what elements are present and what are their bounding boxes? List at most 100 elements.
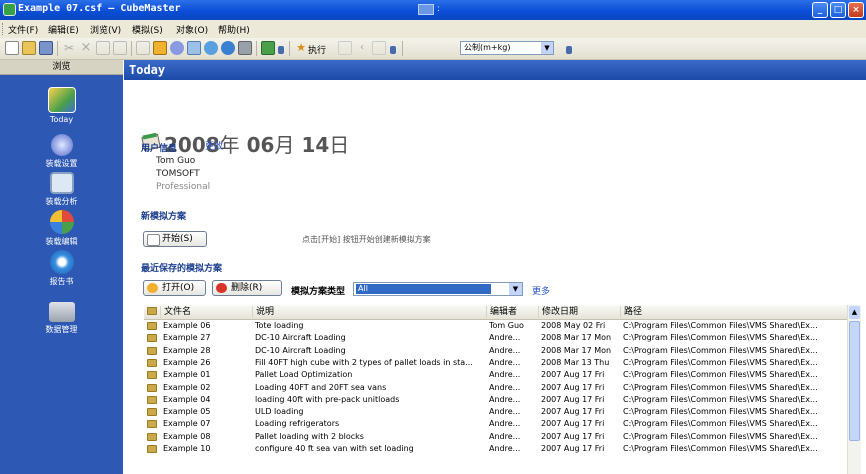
table-row[interactable]: Example 26 Fill 40FT high cube with 2 typ… (144, 357, 854, 369)
table-cell: loading 40ft with pre-pack unitloads (255, 394, 400, 404)
sidebar-item-load-setup[interactable]: 装载设置 (0, 134, 123, 169)
folder-icon (147, 445, 157, 453)
chevron-down-icon[interactable]: ▼ (541, 42, 553, 54)
menu-simulate[interactable]: 模拟(S) (132, 23, 163, 36)
table-cell: DC-10 Aircraft Loading (255, 333, 346, 343)
gear-icon (50, 134, 73, 156)
column-header-filename[interactable]: 文件名 (160, 306, 252, 318)
delete-icon[interactable]: × (79, 41, 93, 55)
edit-icon[interactable] (204, 41, 218, 55)
sidebar-header: 浏览 (0, 60, 123, 75)
more-link[interactable]: 更多 (532, 284, 550, 297)
menu-grip (2, 23, 5, 35)
sidebar-item-data-management[interactable]: 数据管理 (0, 302, 123, 335)
table-cell: C:\Program Files\Common Files\VMS Shared… (623, 333, 818, 343)
sidebar-item-label: Today (49, 115, 74, 124)
table-row[interactable]: Example 06 Tote loading Tom Guo 2008 May 02… (144, 320, 854, 332)
run-icon[interactable]: ★ (294, 41, 308, 55)
delete-button[interactable]: 删除(R) (212, 280, 282, 296)
column-header-modified[interactable]: 修改日期 (538, 306, 620, 318)
folder-icon (147, 334, 157, 343)
unit-combo[interactable]: 公制(m+kg) ▼ (460, 41, 554, 55)
scroll-up-icon[interactable]: ▲ (849, 306, 860, 319)
table-cell: Example 27 (163, 333, 211, 343)
toolbar-overflow-icon-3[interactable] (566, 46, 572, 54)
chevron-down-icon[interactable]: ▼ (509, 283, 522, 295)
close-button[interactable]: × (848, 2, 864, 18)
menu-edit[interactable]: 编辑(E) (48, 23, 79, 36)
table-cell: 2008 Mar 17 Mon (541, 345, 612, 355)
table-row[interactable]: Example 04 loading 40ft with pre-pack uni… (144, 394, 854, 406)
table-cell: Example 06 (163, 321, 211, 330)
table-cell: C:\Program Files\Common Files\VMS Shared… (623, 431, 818, 441)
minimize-button[interactable]: _ (812, 2, 828, 18)
copy-icon[interactable] (96, 41, 110, 55)
table-row[interactable]: Example 10 configure 40 ft sea van with s… (144, 443, 854, 455)
table-cell: Andre... (489, 407, 521, 417)
toolbar: ✂ × ★ 执行 ‹ 公制(m+kg) ▼ (0, 38, 866, 60)
table-row[interactable]: Example 05 ULD loading Andre... 2007 Aug 17… (144, 406, 854, 418)
sidebar-item-today[interactable]: Today (0, 87, 123, 124)
step-icon[interactable] (338, 41, 352, 55)
paste-icon[interactable] (113, 41, 127, 55)
start-button[interactable]: 开始(S) (143, 231, 207, 247)
open-folder-icon (147, 283, 158, 293)
menu-help[interactable]: 帮助(H) (218, 23, 250, 36)
table-cell: C:\Program Files\Common Files\VMS Shared… (623, 370, 818, 380)
delete-icon (216, 283, 227, 293)
recent-plans-title: 最近保存的模拟方案 (141, 264, 223, 274)
toolbar-overflow-icon[interactable] (278, 46, 284, 54)
table-row[interactable]: Example 08 Pallet loading with 2 blocks An… (144, 431, 854, 443)
save-icon[interactable] (39, 41, 53, 55)
stop-icon[interactable]: ‹ (355, 41, 369, 55)
date-month: 06 (246, 133, 275, 157)
table-row[interactable]: Example 27 DC-10 Aircraft Loading Andre...… (144, 332, 854, 344)
folder-column-icon (144, 306, 160, 318)
maximize-button[interactable]: □ (830, 2, 846, 18)
menu-file[interactable]: 文件(F) (8, 23, 38, 36)
data-icon (48, 302, 75, 322)
scroll-thumb[interactable] (849, 321, 860, 441)
table-row[interactable]: Example 07 Loading refrigerators Andre... 2… (144, 418, 854, 430)
table-cell: Andre... (489, 370, 521, 380)
open-icon[interactable] (22, 41, 36, 55)
menu-object[interactable]: 对象(O) (176, 23, 208, 36)
menu-view[interactable]: 浏览(V) (90, 23, 121, 36)
cut-icon[interactable]: ✂ (62, 41, 76, 55)
table-scrollbar[interactable]: ▲ (847, 305, 861, 474)
setup-icon[interactable] (170, 41, 184, 55)
toolbar-overflow-icon-2[interactable] (390, 46, 396, 54)
column-header-path[interactable]: 路径 (620, 306, 846, 318)
open-button[interactable]: 打开(O) (143, 280, 206, 296)
column-header-description[interactable]: 说明 (252, 306, 486, 318)
table-row[interactable]: Example 28 DC-10 Aircraft Loading Andre...… (144, 345, 854, 357)
run-label[interactable]: 执行 (308, 43, 326, 56)
table-cell: Example 26 (163, 357, 211, 367)
print-icon[interactable] (372, 41, 386, 55)
analysis-icon[interactable] (187, 41, 201, 55)
table-row[interactable]: Example 02 Loading 40FT and 20FT sea vans… (144, 382, 854, 394)
plan-type-select[interactable]: All ▼ (353, 282, 523, 296)
new-icon[interactable] (5, 41, 19, 55)
chart-icon[interactable] (261, 41, 275, 55)
table-cell: Example 08 (163, 431, 211, 441)
table-cell: Andre... (489, 333, 521, 343)
sidebar-item-load-edit[interactable]: 装载编辑 (0, 210, 123, 247)
sidebar-item-load-analysis[interactable]: 装载分析 (0, 172, 123, 207)
sidebar-item-report[interactable]: 报告书 (0, 250, 123, 287)
window-title: Example 07.csf – CubeMaster (18, 3, 181, 14)
ime-indicator-icon[interactable] (418, 4, 434, 15)
undo-icon[interactable] (136, 41, 150, 55)
table-cell: Pallet Load Optimization (255, 370, 353, 380)
new-document-icon (147, 234, 160, 246)
data-icon[interactable] (238, 41, 252, 55)
start-hint: 点击[开始] 按钮开始创建新模拟方案 (302, 235, 431, 244)
table-row[interactable]: Example 01 Pallet Load Optimization Andre.… (144, 369, 854, 381)
edit-icon (49, 210, 74, 234)
today-icon[interactable] (153, 41, 167, 55)
column-header-editor[interactable]: 编辑者 (486, 306, 538, 318)
report-icon[interactable] (221, 41, 235, 55)
table-cell: Example 04 (163, 394, 211, 404)
change-user-link[interactable]: 更改 (205, 139, 223, 152)
table-cell: Andre... (489, 357, 521, 367)
